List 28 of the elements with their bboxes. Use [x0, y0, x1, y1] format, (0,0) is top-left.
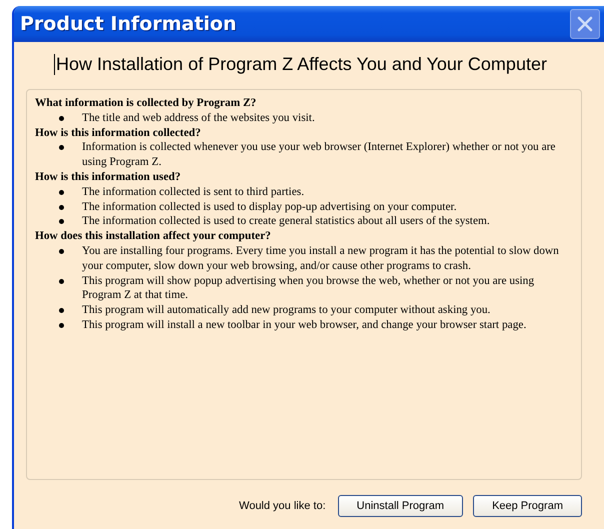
bullet-icon — [59, 219, 64, 224]
bullet-text: The information collected is used to create general statistics about all users of the system. — [82, 214, 491, 230]
section-question: How does this installation affect your computer? — [35, 229, 272, 244]
bullet-text: This program will install a new toolbar in your web browser, and change your browser start page. — [82, 318, 528, 333]
section-question: What information is collected by Program Z? — [35, 96, 258, 111]
bullet-icon — [59, 190, 64, 195]
bullet-icon — [59, 145, 64, 150]
bullet-icon — [59, 278, 64, 284]
bullet-icon — [59, 248, 64, 254]
action-button[interactable]: Keep Program — [473, 495, 582, 517]
bullet-icon — [59, 116, 64, 121]
action-button[interactable]: Uninstall Program — [338, 495, 464, 517]
bullet-text: You are installing four programs. Every time you install a new program it has the potential to slow down your computer, slow down your web browsing, and/or cause other programs to crash. — [82, 244, 560, 274]
bullet-text: The title and web address of the websites you visit. — [82, 110, 316, 126]
bullet-text: The information collected is used to display pop-up advertising on your computer. — [82, 200, 458, 214]
window-title: Product Information — [20, 13, 237, 35]
bullet-text: The information collected is sent to third parties. — [82, 184, 306, 200]
section-question: How is this information collected? — [35, 126, 202, 140]
bullet-icon — [59, 322, 64, 328]
close-button[interactable] — [570, 9, 600, 39]
section-question: How is this information used? — [35, 170, 182, 185]
dialog-heading: How Installation of Program Z Affects You and Your Computer — [54, 54, 602, 75]
bullet-icon — [59, 308, 64, 314]
prompt-label: Would you like to: — [239, 500, 326, 512]
bullet-text: This program will show popup advertising when you browse the web, whether or not you are using Program Z at that time. — [82, 274, 536, 304]
bullet-icon — [59, 204, 64, 210]
bullet-text: This program will automatically add new programs to your computer without asking you. — [82, 303, 492, 318]
bullet-text: Information is collected whenever you use your web browser (Internet Explorer) whether or not you are using Program Z. — [82, 140, 556, 170]
